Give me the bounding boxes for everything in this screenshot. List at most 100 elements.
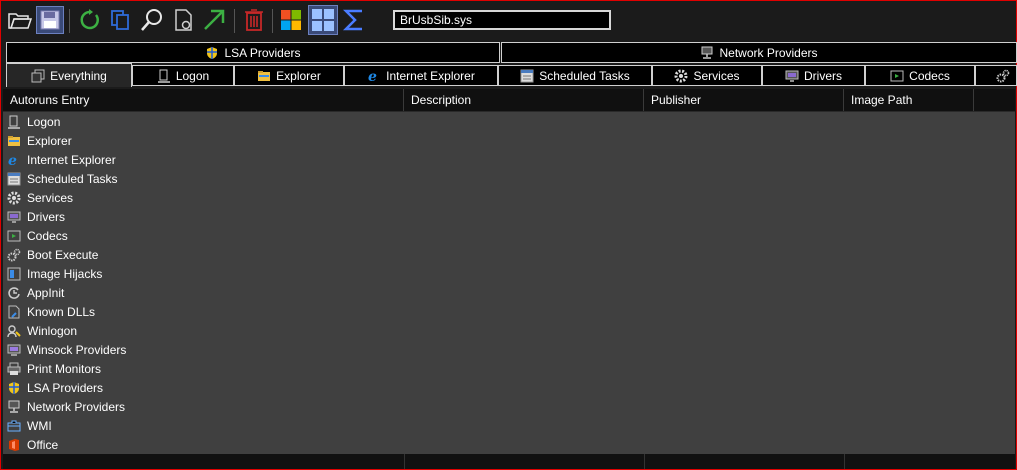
tab-services[interactable]: Services (652, 65, 762, 86)
windows-logo-icon[interactable] (278, 7, 304, 33)
print-monitors-icon (7, 362, 21, 376)
list-item-label: Internet Explorer (27, 152, 116, 167)
list-item-label: Winlogon (27, 323, 78, 338)
ie-icon: e (7, 153, 21, 169)
services-icon (674, 69, 688, 83)
list-item[interactable]: Scheduled Tasks (3, 169, 118, 188)
codecs-icon (7, 229, 21, 243)
column-autoruns-entry[interactable]: Autoruns Entry (3, 89, 404, 111)
winsock-icon (7, 343, 21, 357)
sigma-icon[interactable] (341, 7, 367, 33)
list-item[interactable]: Boot Execute (3, 245, 98, 264)
list-item[interactable]: Winsock Providers (3, 340, 126, 359)
list-item-label: Drivers (27, 209, 65, 224)
logon-icon (157, 69, 171, 83)
tab-explorer[interactable]: Explorer (234, 65, 344, 86)
list-item-label: Logon (27, 114, 61, 129)
list-item-label: WMI (27, 418, 52, 433)
list-item[interactable]: e Internet Explorer (3, 150, 116, 169)
tab-row-bottom: Everything Logon Explorer e Internet Exp… (1, 63, 1017, 87)
tab-label: Services (693, 68, 740, 83)
tab-everything[interactable]: Everything (6, 63, 132, 87)
image-hijacks-icon (7, 267, 21, 281)
list-item[interactable]: WMI (3, 416, 52, 435)
svg-text:e: e (368, 69, 377, 83)
tab-drivers[interactable]: Drivers (762, 65, 865, 86)
list-item-label: Codecs (27, 228, 68, 243)
list-item[interactable]: Image Hijacks (3, 264, 102, 283)
tab-scheduled-tasks[interactable]: Scheduled Tasks (498, 65, 652, 86)
list-item-label: LSA Providers (27, 380, 104, 395)
scheduled-tasks-icon (7, 172, 21, 186)
drivers-icon (785, 69, 799, 83)
winlogon-icon (7, 324, 21, 338)
wmi-icon (7, 419, 21, 433)
tab-label: Logon (175, 68, 210, 83)
list-item[interactable]: Network Providers (3, 397, 125, 416)
everything-icon (31, 69, 45, 83)
network-icon (7, 400, 21, 414)
tab-label: Scheduled Tasks (539, 68, 630, 83)
column-image-path[interactable]: Image Path (844, 89, 974, 111)
delete-icon[interactable] (241, 7, 267, 33)
tab-codecs[interactable]: Codecs (865, 65, 975, 86)
services-icon (7, 191, 21, 205)
scheduled-tasks-icon (520, 69, 534, 83)
list-item[interactable]: LSA Providers (3, 378, 103, 397)
lsa-shield-icon (7, 381, 21, 395)
save-icon[interactable] (36, 6, 64, 34)
tab-boot-execute-partial[interactable] (975, 65, 1017, 86)
column-description[interactable]: Description (404, 89, 644, 111)
list-item[interactable]: Codecs (3, 226, 68, 245)
explorer-icon (7, 134, 21, 148)
status-strip (3, 454, 1015, 469)
open-folder-icon[interactable] (7, 7, 33, 33)
list-item[interactable]: Print Monitors (3, 359, 101, 378)
list-item[interactable]: AppInit (3, 283, 64, 302)
list-item[interactable]: Office (3, 435, 58, 454)
list-item-label: Print Monitors (27, 361, 102, 376)
ie-icon: e (367, 69, 381, 85)
toolbar (3, 5, 1015, 37)
lsa-shield-icon (205, 46, 219, 60)
refresh-icon[interactable] (77, 7, 103, 33)
list-item[interactable]: Known DLLs (3, 302, 95, 321)
list-item[interactable]: Winlogon (3, 321, 77, 340)
known-dlls-icon (7, 305, 21, 319)
appinit-icon (7, 286, 21, 300)
properties-icon[interactable] (171, 7, 197, 33)
logon-icon (7, 115, 21, 129)
tab-label: Everything (50, 68, 107, 83)
list-item[interactable]: Explorer (3, 131, 72, 150)
copy-icon[interactable] (107, 7, 133, 33)
drivers-icon (7, 210, 21, 224)
network-icon (700, 46, 714, 60)
column-header: Autoruns Entry Description Publisher Ima… (3, 89, 1015, 112)
tab-row-top: LSA Providers Network Providers (1, 42, 1017, 64)
column-publisher[interactable]: Publisher (644, 89, 844, 111)
list-item-label: Boot Execute (27, 247, 99, 262)
autoruns-list[interactable]: Logon Explorer e Internet Explorer Sched… (3, 112, 1015, 454)
list-item-label: Services (27, 190, 74, 205)
list-item-label: AppInit (27, 285, 65, 300)
tab-internet-explorer[interactable]: e Internet Explorer (344, 65, 498, 86)
office-icon (7, 438, 21, 452)
boot-execute-icon (7, 248, 21, 262)
list-item-label: Explorer (27, 133, 72, 148)
list-item[interactable]: Drivers (3, 207, 65, 226)
tab-logon[interactable]: Logon (132, 65, 234, 86)
list-item-label: Scheduled Tasks (27, 171, 118, 186)
tab-lsa-providers[interactable]: LSA Providers (6, 42, 500, 63)
tab-label: Internet Explorer (386, 68, 475, 83)
tab-network-providers[interactable]: Network Providers (501, 42, 1017, 63)
list-item[interactable]: Services (3, 188, 73, 207)
jump-icon[interactable] (201, 7, 227, 33)
svg-text:e: e (8, 153, 17, 167)
boot-execute-icon (996, 69, 1010, 83)
find-icon[interactable] (139, 7, 165, 33)
list-item-label: Known DLLs (27, 304, 96, 319)
tab-label: Drivers (804, 68, 842, 83)
filter-input[interactable] (393, 10, 611, 30)
list-item[interactable]: Logon (3, 112, 60, 131)
grid-view-icon[interactable] (308, 5, 338, 35)
